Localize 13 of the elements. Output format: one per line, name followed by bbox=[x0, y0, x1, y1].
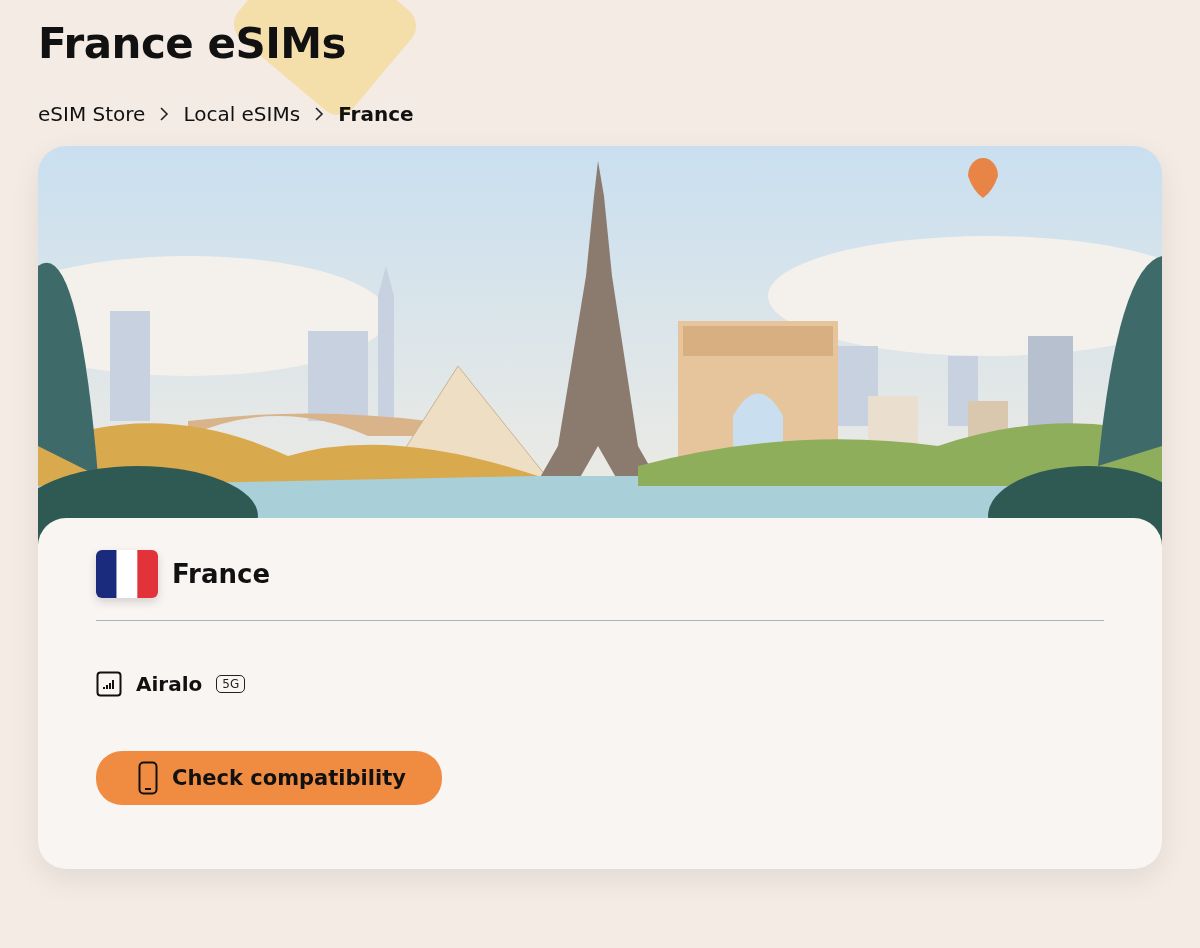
chevron-right-icon bbox=[159, 106, 170, 122]
breadcrumb-link[interactable]: eSIM Store bbox=[38, 102, 146, 126]
check-compatibility-button[interactable]: Check compatibility bbox=[96, 751, 442, 805]
breadcrumb-link[interactable]: France bbox=[338, 102, 414, 126]
signal-bars-icon bbox=[96, 671, 122, 697]
network-badge: 5G bbox=[216, 675, 246, 693]
operator-name: Airalo bbox=[136, 672, 203, 696]
breadcrumb-link[interactable]: Local eSIMs bbox=[183, 102, 301, 126]
phone-icon bbox=[138, 761, 158, 795]
country-name: France bbox=[172, 559, 271, 589]
page-title: France eSIMs bbox=[38, 18, 348, 70]
france-flag-icon bbox=[96, 550, 158, 598]
chevron-right-icon bbox=[314, 106, 325, 122]
